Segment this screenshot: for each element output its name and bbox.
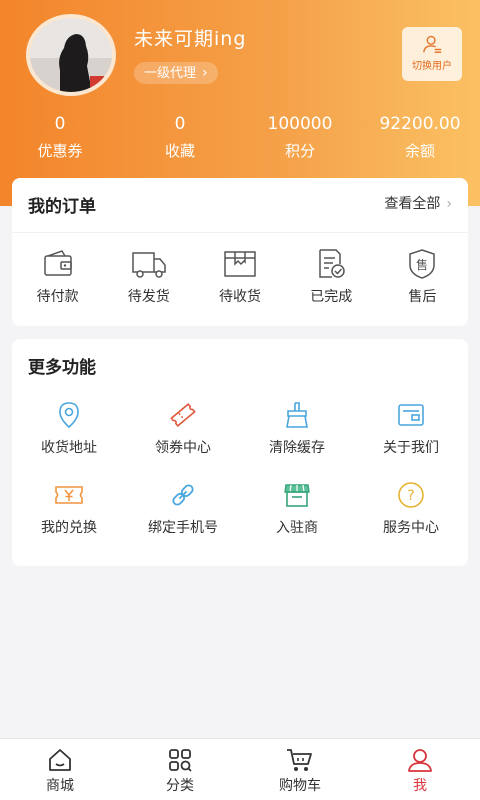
feature-label: 入驻商 bbox=[276, 520, 318, 536]
package-icon bbox=[224, 251, 256, 277]
orders-title: 我的订单 bbox=[28, 197, 96, 217]
stat-value: 92200.00 bbox=[379, 114, 461, 134]
feature-label: 绑定手机号 bbox=[148, 520, 218, 536]
order-after-sales[interactable]: 售 售后 bbox=[377, 248, 468, 306]
stat-balance[interactable]: 92200.00 余额 bbox=[360, 112, 480, 161]
yen-ticket-icon bbox=[55, 486, 83, 504]
order-status-row: 待付款 待发货 待收货 已完成 售 售后 bbox=[12, 248, 468, 306]
features-grid: 收货地址 领券中心 清除缓存 关于我们 我的兑换 绑定手机号 入驻商 ? 服务中… bbox=[12, 395, 468, 555]
tab-category[interactable]: 分类 bbox=[120, 739, 240, 800]
profile-header: 未来可期ing 一级代理 › 切换用户 0 优惠券 0 收藏 100000 积分 … bbox=[0, 0, 480, 206]
username: 未来可期ing bbox=[134, 28, 247, 50]
feature-label: 关于我们 bbox=[383, 440, 439, 456]
stats-row: 0 优惠券 0 收藏 100000 积分 92200.00 余额 bbox=[0, 112, 480, 161]
wallet-icon bbox=[43, 250, 72, 276]
chevron-right-icon: › bbox=[202, 65, 208, 81]
cart-icon bbox=[287, 749, 312, 771]
stat-label: 余额 bbox=[404, 142, 435, 160]
tab-label: 商城 bbox=[46, 778, 74, 794]
location-pin-icon bbox=[59, 402, 79, 429]
order-pending-receipt[interactable]: 待收货 bbox=[194, 248, 285, 306]
tab-label: 分类 bbox=[166, 778, 194, 794]
feature-my-redemptions[interactable]: 我的兑换 bbox=[12, 475, 126, 555]
my-orders-card: 我的订单 查看全部 › 待付款 待发货 待收货 已完成 售 售后 bbox=[12, 178, 468, 326]
feature-label: 收货地址 bbox=[41, 440, 97, 456]
storefront-icon bbox=[284, 484, 310, 507]
switch-user-button[interactable]: 切换用户 bbox=[402, 27, 462, 81]
stat-label: 积分 bbox=[284, 142, 315, 160]
order-item-label: 已完成 bbox=[310, 289, 353, 305]
feature-bind-phone[interactable]: 绑定手机号 bbox=[126, 475, 240, 555]
coupon-ticket-icon bbox=[170, 402, 196, 428]
more-features-card: 更多功能 收货地址 领券中心 清除缓存 关于我们 我的兑换 绑定手机号 入驻商 … bbox=[12, 339, 468, 566]
stat-value: 0 bbox=[174, 114, 186, 134]
tab-me[interactable]: 我 bbox=[360, 739, 480, 800]
order-item-label: 售后 bbox=[408, 289, 437, 305]
broom-icon bbox=[286, 402, 308, 428]
order-completed[interactable]: 已完成 bbox=[286, 248, 377, 306]
category-grid-icon bbox=[169, 749, 192, 772]
stat-coupons[interactable]: 0 优惠券 bbox=[0, 112, 120, 161]
order-pending-shipment[interactable]: 待发货 bbox=[103, 248, 194, 306]
truck-icon bbox=[132, 252, 166, 278]
tab-cart[interactable]: 购物车 bbox=[240, 739, 360, 800]
level-label: 一级代理 bbox=[144, 66, 197, 81]
order-pending-payment[interactable]: 待付款 bbox=[12, 248, 103, 306]
svg-text:售: 售 bbox=[416, 257, 428, 272]
switch-user-label: 切换用户 bbox=[412, 61, 452, 72]
more-title: 更多功能 bbox=[28, 358, 96, 378]
feature-coupon-center[interactable]: 领券中心 bbox=[126, 395, 240, 475]
home-icon bbox=[49, 749, 71, 771]
help-circle-icon: ? bbox=[398, 482, 424, 508]
stat-label: 优惠券 bbox=[37, 142, 83, 160]
avatar[interactable] bbox=[26, 14, 116, 96]
tab-label: 我 bbox=[413, 778, 427, 794]
stat-value: 100000 bbox=[267, 114, 333, 134]
avatar-photo bbox=[30, 18, 112, 92]
feature-label: 服务中心 bbox=[383, 520, 439, 536]
switch-user-icon bbox=[423, 35, 442, 53]
info-card-icon bbox=[398, 404, 424, 426]
stat-value: 0 bbox=[54, 114, 66, 134]
divider bbox=[12, 232, 468, 233]
order-item-label: 待发货 bbox=[127, 289, 170, 305]
feature-clear-cache[interactable]: 清除缓存 bbox=[240, 395, 354, 475]
document-check-icon bbox=[319, 249, 345, 278]
order-item-label: 待付款 bbox=[36, 289, 79, 305]
feature-shipping-address[interactable]: 收货地址 bbox=[12, 395, 126, 475]
bottom-tab-bar: 商城 分类 购物车 我 bbox=[0, 738, 480, 800]
level-badge[interactable]: 一级代理 › bbox=[134, 62, 218, 84]
view-all-label: 查看全部 bbox=[384, 196, 441, 212]
user-icon bbox=[408, 749, 432, 772]
after-sales-shield-icon: 售 bbox=[409, 249, 436, 279]
link-icon bbox=[172, 484, 194, 506]
tab-label: 购物车 bbox=[279, 778, 321, 794]
tab-mall[interactable]: 商城 bbox=[0, 739, 120, 800]
chevron-right-icon: › bbox=[446, 196, 452, 212]
view-all-orders-link[interactable]: 查看全部 › bbox=[384, 193, 452, 213]
feature-label: 我的兑换 bbox=[41, 520, 97, 536]
feature-label: 清除缓存 bbox=[269, 440, 325, 456]
stat-favorites[interactable]: 0 收藏 bbox=[120, 112, 240, 161]
feature-about-us[interactable]: 关于我们 bbox=[354, 395, 468, 475]
feature-label: 领券中心 bbox=[155, 440, 211, 456]
order-item-label: 待收货 bbox=[219, 289, 261, 305]
stat-label: 收藏 bbox=[164, 142, 195, 160]
feature-service-center[interactable]: ? 服务中心 bbox=[354, 475, 468, 555]
svg-text:?: ? bbox=[407, 488, 414, 504]
feature-merchant-join[interactable]: 入驻商 bbox=[240, 475, 354, 555]
stat-points[interactable]: 100000 积分 bbox=[240, 112, 360, 161]
